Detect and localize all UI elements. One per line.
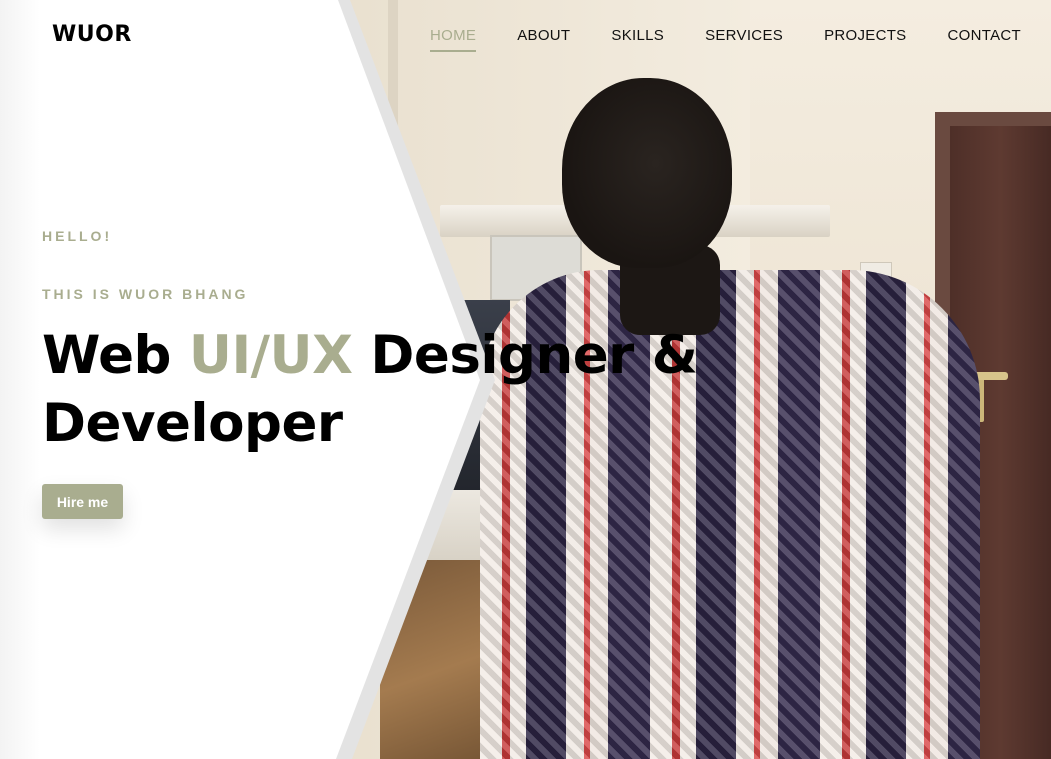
nav-skills[interactable]: SKILLS <box>611 27 664 48</box>
nav-services[interactable]: SERVICES <box>705 27 783 48</box>
nav-home[interactable]: HOME <box>430 27 477 52</box>
nav-contact[interactable]: CONTACT <box>947 27 1020 48</box>
nav-about[interactable]: ABOUT <box>517 27 570 48</box>
hero-headline: Web UI/UX Designer & Developer <box>42 322 702 458</box>
hero-subtitle: THIS IS WUOR BHANG <box>42 286 249 302</box>
headline-part1: Web <box>42 325 189 386</box>
person-portrait <box>562 78 732 268</box>
headline-accent: UI/UX <box>188 325 353 386</box>
brand-logo[interactable]: WUOR <box>52 22 132 47</box>
hire-me-button[interactable]: Hire me <box>42 484 123 519</box>
nav-projects[interactable]: PROJECTS <box>824 27 906 48</box>
main-nav: HOME ABOUT SKILLS SERVICES PROJECTS CONT… <box>430 27 1051 52</box>
hero-greeting: HELLO! <box>42 228 113 244</box>
